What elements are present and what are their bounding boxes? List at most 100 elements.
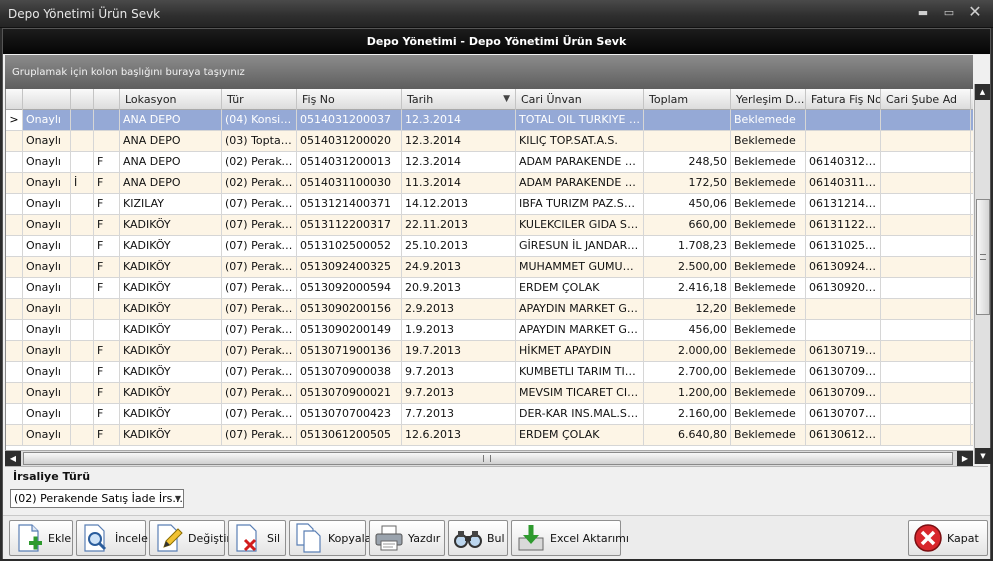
table-cell: Onaylı (23, 425, 71, 445)
ekle-button[interactable]: Ekle (9, 520, 73, 556)
table-cell: Beklemede (731, 194, 806, 214)
close-icon[interactable]: ✕ (963, 4, 987, 22)
table-row[interactable]: Onaylı ANA DEPO(03) Toptan S...0514031200… (6, 131, 973, 152)
vertical-scroll-thumb[interactable] (976, 199, 990, 315)
column-header-2[interactable] (71, 89, 94, 110)
group-hint: Gruplamak için kolon başlığını buraya ta… (12, 67, 245, 78)
incele-button[interactable]: İncele (76, 520, 148, 556)
table-cell (881, 299, 971, 319)
table-cell: Beklemede (731, 236, 806, 256)
table-cell: Onaylı (23, 257, 71, 277)
bul-button[interactable]: Bul (448, 520, 508, 556)
table-cell: F (94, 236, 120, 256)
horizontal-scroll-thumb[interactable] (23, 452, 953, 465)
row-indicator[interactable] (6, 215, 23, 235)
row-indicator[interactable] (6, 131, 23, 151)
table-cell: 9.7.2013 (402, 383, 516, 403)
table-row[interactable]: >Onaylı ANA DEPO(04) Konsinye...051403120… (6, 110, 973, 131)
row-indicator[interactable]: > (6, 110, 23, 130)
scroll-left-icon[interactable]: ◀ (5, 451, 21, 466)
row-indicator[interactable] (6, 341, 23, 361)
column-header-4[interactable]: Lokasyon (120, 89, 222, 110)
row-indicator[interactable] (6, 194, 23, 214)
irsaliye-type-select[interactable]: (02) Perakende Satış İade İrs... ▼ (10, 489, 184, 508)
table-row[interactable]: Onaylı FKADIKÖY(07) Perakend...0513070900… (6, 362, 973, 383)
ekle-label: Ekle (48, 531, 72, 545)
column-header-8[interactable]: Cari Ünvan (516, 89, 644, 110)
table-cell (71, 341, 94, 361)
form-header: Depo Yönetimi - Depo Yönetimi Ürün Sevk (3, 29, 990, 54)
table-cell: (07) Perakend... (222, 362, 297, 382)
row-indicator[interactable] (6, 362, 23, 382)
row-indicator[interactable] (6, 320, 23, 340)
table-cell (806, 131, 881, 151)
column-header-0[interactable] (6, 89, 23, 110)
column-header-10[interactable]: Yerleşim D... (731, 89, 806, 110)
scroll-right-icon[interactable]: ▶ (957, 451, 973, 466)
table-cell: 456,00 (644, 320, 731, 340)
table-row[interactable]: Onaylı FANA DEPO(02) Perakend...051403120… (6, 152, 973, 173)
table-cell: 660,00 (644, 215, 731, 235)
table-row[interactable]: Onaylı FKADIKÖY(07) Perakend...0513112200… (6, 215, 973, 236)
table-cell: 061307090... (806, 383, 881, 403)
row-indicator[interactable] (6, 173, 23, 193)
excel-aktarimi-button[interactable]: Excel Aktarımı (511, 520, 629, 556)
table-cell (71, 131, 94, 151)
table-cell (806, 320, 881, 340)
table-row[interactable]: Onaylı KADIKÖY(07) Perakend...05130902001… (6, 299, 973, 320)
degistir-button[interactable]: Değiştir (149, 520, 231, 556)
row-indicator[interactable] (6, 257, 23, 277)
column-header-1[interactable] (23, 89, 71, 110)
kopyala-button[interactable]: Kopyala (289, 520, 371, 556)
sil-button[interactable]: Sil (228, 520, 286, 556)
column-header-label: Fatura Fiş No (811, 93, 881, 106)
horizontal-scrollbar[interactable]: ◀ ▶ (5, 450, 973, 466)
row-indicator[interactable] (6, 383, 23, 403)
row-indicator[interactable] (6, 236, 23, 256)
row-indicator[interactable] (6, 425, 23, 445)
table-cell (71, 425, 94, 445)
table-cell: ANA DEPO (120, 131, 222, 151)
table-cell: 0513090200156 (297, 299, 402, 319)
column-header-3[interactable] (94, 89, 120, 110)
table-row[interactable]: Onaylı FKADIKÖY(07) Perakend...0513102500… (6, 236, 973, 257)
table-row[interactable]: Onaylı FKADIKÖY(07) Perakend...0513071900… (6, 341, 973, 362)
scroll-down-icon[interactable]: ▼ (975, 448, 991, 464)
minimize-icon[interactable]: ▬ (911, 4, 935, 22)
table-cell: HİKMET APAYDIN (516, 341, 644, 361)
table-cell (881, 131, 971, 151)
table-row[interactable]: Onaylı FKIZILAY(07) Perakend...0513121400… (6, 194, 973, 215)
table-cell: Beklemede (731, 320, 806, 340)
table-row[interactable]: OnaylıİFANA DEPO(02) Perakend...05140311… (6, 173, 973, 194)
table-cell: 0513092400325 (297, 257, 402, 277)
table-cell: 0513112200317 (297, 215, 402, 235)
table-row[interactable]: Onaylı FKADIKÖY(07) Perakend...0513061200… (6, 425, 973, 446)
table-row[interactable]: Onaylı FKADIKÖY(07) Perakend...0513092000… (6, 278, 973, 299)
bul-label: Bul (487, 531, 505, 545)
table-row[interactable]: Onaylı KADIKÖY(07) Perakend...05130902001… (6, 320, 973, 341)
kapat-button[interactable]: Kapat (908, 520, 988, 556)
column-header-5[interactable]: Tür (222, 89, 297, 110)
table-cell (881, 278, 971, 298)
column-header-7[interactable]: Tarih ▼ (402, 89, 516, 110)
table-cell (94, 131, 120, 151)
table-row[interactable]: Onaylı FKADIKÖY(07) Perakend...0513070900… (6, 383, 973, 404)
table-cell: KADIKÖY (120, 257, 222, 277)
table-row[interactable]: Onaylı FKADIKÖY(07) Perakend...0513092400… (6, 257, 973, 278)
table-row[interactable]: Onaylı FKADIKÖY(07) Perakend...0513070700… (6, 404, 973, 425)
group-by-panel[interactable]: Gruplamak için kolon başlığını buraya ta… (5, 55, 973, 89)
grid-header: Lokasyon Tür Fiş No Tarih ▼ Cari Ünvan Toplam Y… (6, 89, 973, 110)
column-header-11[interactable]: Fatura Fiş No (806, 89, 881, 110)
vertical-scrollbar[interactable]: ▲ ▼ (974, 84, 991, 464)
maximize-icon[interactable]: ▭ (937, 4, 961, 22)
column-header-12[interactable]: Cari Şube Ad (881, 89, 971, 110)
row-indicator[interactable] (6, 299, 23, 319)
scroll-up-icon[interactable]: ▲ (975, 84, 990, 100)
row-indicator[interactable] (6, 278, 23, 298)
row-indicator[interactable] (6, 152, 23, 172)
column-header-6[interactable]: Fiş No (297, 89, 402, 110)
yazdir-button[interactable]: Yazdır (369, 520, 445, 556)
column-header-9[interactable]: Toplam (644, 89, 731, 110)
chevron-down-icon[interactable]: ▼ (175, 490, 181, 507)
row-indicator[interactable] (6, 404, 23, 424)
